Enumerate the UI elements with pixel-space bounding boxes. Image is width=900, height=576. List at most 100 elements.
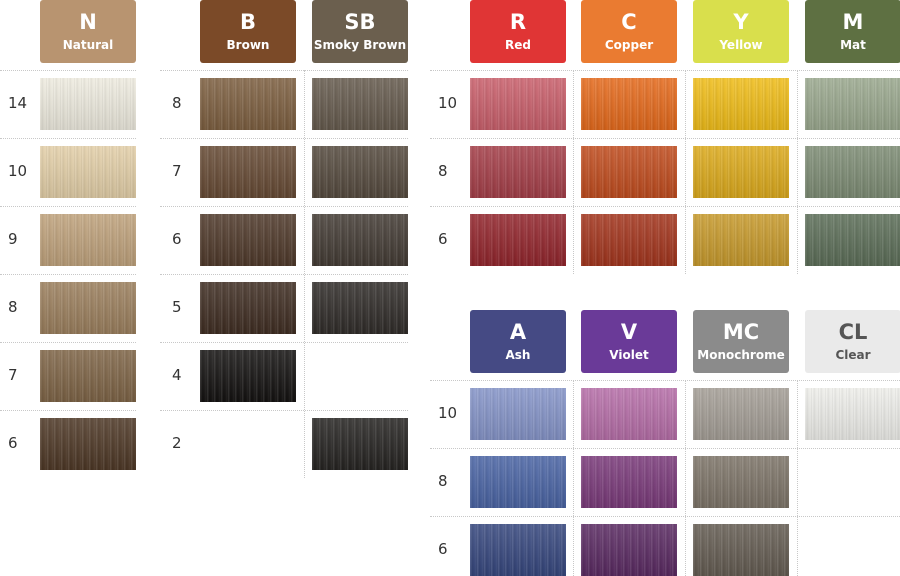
swatch-texture: [693, 214, 789, 266]
column-divider: [685, 70, 686, 274]
color-swatch-b-4[interactable]: [200, 350, 296, 402]
row-divider: [160, 138, 408, 139]
color-swatch-y-8[interactable]: [693, 146, 789, 198]
swatch-texture: [470, 214, 566, 266]
color-swatch-a-8[interactable]: [470, 456, 566, 508]
color-swatch-mc-10[interactable]: [693, 388, 789, 440]
swatch-texture: [470, 388, 566, 440]
column-header-r: R Red: [470, 0, 566, 63]
column-header-v: V Violet: [581, 310, 677, 373]
color-swatch-cl-10[interactable]: [805, 388, 900, 440]
color-swatch-b-6[interactable]: [200, 214, 296, 266]
swatch-texture: [40, 214, 136, 266]
level-label: 10: [438, 404, 458, 422]
swatch-texture: [470, 78, 566, 130]
level-label: 8: [438, 472, 448, 490]
level-label: 6: [438, 540, 448, 558]
color-swatch-m-8[interactable]: [805, 146, 900, 198]
row-divider: [160, 274, 408, 275]
swatch-texture: [40, 350, 136, 402]
swatch-texture: [200, 350, 296, 402]
level-label: 8: [8, 298, 18, 316]
row-divider: [430, 448, 900, 449]
color-swatch-sb-2[interactable]: [312, 418, 408, 470]
swatch-texture: [470, 456, 566, 508]
color-swatch-n-14[interactable]: [40, 78, 136, 130]
row-divider: [430, 70, 900, 71]
color-swatch-m-6[interactable]: [805, 214, 900, 266]
column-header-c: C Copper: [581, 0, 677, 63]
color-swatch-c-6[interactable]: [581, 214, 677, 266]
swatch-texture: [200, 146, 296, 198]
color-swatch-a-6[interactable]: [470, 524, 566, 576]
color-swatch-n-10[interactable]: [40, 146, 136, 198]
column-header-cl: CL Clear: [805, 310, 900, 373]
color-swatch-sb-6[interactable]: [312, 214, 408, 266]
row-divider: [0, 70, 136, 71]
column-name: Violet: [609, 348, 649, 362]
swatch-texture: [581, 214, 677, 266]
column-code: A: [509, 320, 527, 344]
color-swatch-y-6[interactable]: [693, 214, 789, 266]
column-name: Mat: [840, 38, 866, 52]
column-code: B: [239, 10, 256, 34]
column-name: Natural: [62, 38, 114, 52]
column-name: Smoky Brown: [313, 38, 407, 52]
row-divider: [430, 138, 900, 139]
color-swatch-n-8[interactable]: [40, 282, 136, 334]
swatch-texture: [40, 282, 136, 334]
color-swatch-n-9[interactable]: [40, 214, 136, 266]
color-swatch-mc-8[interactable]: [693, 456, 789, 508]
color-swatch-mc-6[interactable]: [693, 524, 789, 576]
color-swatch-c-10[interactable]: [581, 78, 677, 130]
column-name: Red: [505, 38, 531, 52]
color-swatch-v-8[interactable]: [581, 456, 677, 508]
color-swatch-sb-8[interactable]: [312, 78, 408, 130]
color-swatch-y-10[interactable]: [693, 78, 789, 130]
swatch-texture: [581, 146, 677, 198]
row-divider: [160, 342, 408, 343]
column-name: Clear: [835, 348, 871, 362]
row-divider: [0, 274, 136, 275]
swatch-texture: [312, 418, 408, 470]
level-label: 8: [438, 162, 448, 180]
hair-color-chart: N Natural 14 10 9 8 7 6 B Brown SB Smoky Brown 8 7 6 5 4…: [0, 0, 900, 576]
color-swatch-r-6[interactable]: [470, 214, 566, 266]
column-header-sb: SB Smoky Brown: [312, 0, 408, 63]
color-swatch-sb-5[interactable]: [312, 282, 408, 334]
color-swatch-sb-7[interactable]: [312, 146, 408, 198]
row-divider: [160, 410, 408, 411]
color-swatch-n-6[interactable]: [40, 418, 136, 470]
swatch-texture: [805, 146, 900, 198]
swatch-texture: [805, 78, 900, 130]
color-swatch-a-10[interactable]: [470, 388, 566, 440]
swatch-texture: [693, 78, 789, 130]
color-swatch-b-5[interactable]: [200, 282, 296, 334]
swatch-texture: [312, 78, 408, 130]
color-swatch-c-8[interactable]: [581, 146, 677, 198]
level-label: 6: [8, 434, 18, 452]
level-label: 7: [172, 162, 182, 180]
color-swatch-b-7[interactable]: [200, 146, 296, 198]
color-swatch-v-10[interactable]: [581, 388, 677, 440]
color-swatch-v-6[interactable]: [581, 524, 677, 576]
column-code: MC: [722, 320, 760, 344]
color-swatch-m-10[interactable]: [805, 78, 900, 130]
color-swatch-r-8[interactable]: [470, 146, 566, 198]
column-header-n: N Natural: [40, 0, 136, 63]
color-swatch-r-10[interactable]: [470, 78, 566, 130]
level-label: 14: [8, 94, 28, 112]
column-code: C: [621, 10, 637, 34]
swatch-texture: [40, 146, 136, 198]
column-header-b: B Brown: [200, 0, 296, 63]
color-swatch-n-7[interactable]: [40, 350, 136, 402]
swatch-texture: [693, 456, 789, 508]
swatch-texture: [312, 214, 408, 266]
column-name: Monochrome: [697, 348, 785, 362]
swatch-texture: [312, 146, 408, 198]
column-code: SB: [344, 10, 376, 34]
color-swatch-b-8[interactable]: [200, 78, 296, 130]
row-divider: [0, 138, 136, 139]
row-divider: [430, 380, 900, 381]
swatch-texture: [581, 524, 677, 576]
